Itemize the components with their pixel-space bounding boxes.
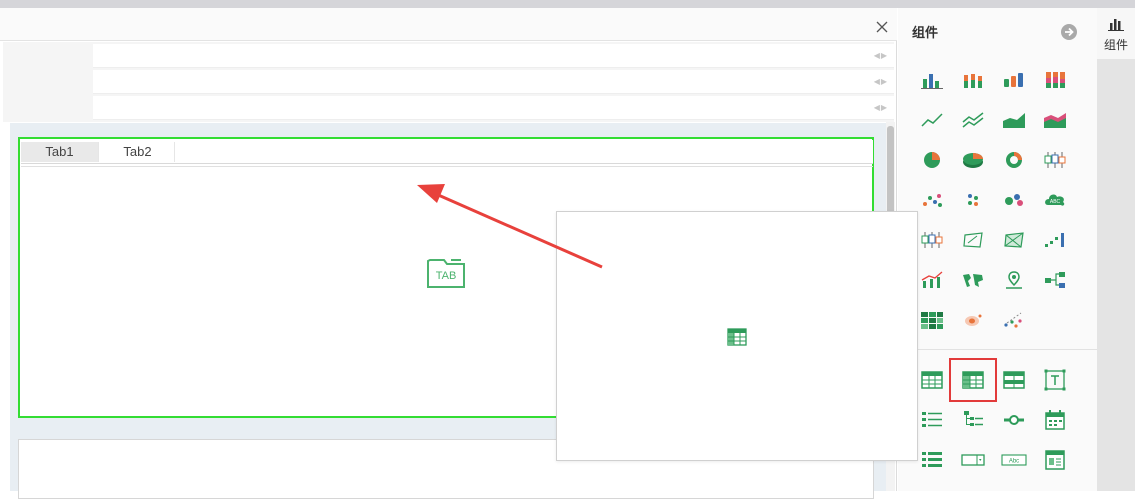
radar-chart-icon[interactable] — [960, 229, 986, 251]
radar-area-chart-icon[interactable] — [1001, 229, 1027, 251]
text-input-icon-text: Abc — [1009, 459, 1019, 465]
tab-strip: Tab1 Tab2 — [21, 140, 873, 164]
scatter-chart-icon[interactable] — [919, 189, 945, 211]
area-chart-icon[interactable] — [1001, 109, 1027, 131]
list-icon[interactable] — [919, 449, 945, 471]
word-cloud-text: ABC — [1050, 199, 1061, 205]
dimension-row[interactable]: ◀▶ — [93, 44, 894, 68]
panel-divider — [898, 349, 1097, 350]
scroll-arrows-icon[interactable]: ◀▶ — [874, 77, 888, 86]
stacked-area-chart-icon[interactable] — [1042, 109, 1068, 131]
side-tab-label: 组件 — [1103, 38, 1128, 52]
component-panel: 组件 ABC Abc — [898, 8, 1097, 491]
line-chart-icon[interactable] — [919, 109, 945, 131]
panel-title: 组件 — [912, 25, 939, 40]
flow-map-icon[interactable] — [1001, 309, 1027, 331]
detail-table-icon[interactable] — [949, 358, 997, 402]
grouped-table-icon[interactable] — [1001, 369, 1027, 391]
tab-1[interactable]: Tab1 — [21, 142, 99, 162]
side-tab-components[interactable]: 组件 — [1097, 8, 1135, 59]
dot-plot-icon[interactable] — [960, 189, 986, 211]
close-icon[interactable] — [875, 20, 889, 34]
detail-table-icon — [727, 328, 747, 346]
arrow-right-circle-icon[interactable] — [1060, 23, 1078, 41]
text-box-icon[interactable] — [1042, 369, 1068, 391]
3d-pie-chart-icon[interactable] — [960, 149, 986, 171]
slider-filter-icon[interactable] — [1001, 409, 1027, 431]
heat-point-icon[interactable] — [960, 309, 986, 331]
multi-line-chart-icon[interactable] — [960, 109, 986, 131]
editor-header — [0, 8, 897, 41]
side-tab-bar: 组件 — [1097, 8, 1135, 491]
window-top-bar — [0, 0, 1135, 8]
cross-table-icon[interactable] — [919, 369, 945, 391]
word-cloud-icon[interactable]: ABC — [1042, 189, 1068, 211]
step-chart-icon[interactable] — [1042, 229, 1068, 251]
tab-2[interactable]: Tab2 — [101, 142, 175, 162]
drag-preview — [556, 211, 918, 461]
percent-stacked-column-chart-icon[interactable] — [1042, 69, 1068, 91]
pie-chart-icon[interactable] — [919, 149, 945, 171]
point-map-icon[interactable] — [1001, 269, 1027, 291]
tree-filter-icon[interactable] — [960, 409, 986, 431]
funnel-flow-icon[interactable] — [1042, 269, 1068, 291]
form-icon[interactable] — [1042, 449, 1068, 471]
scroll-arrows-icon[interactable]: ◀▶ — [874, 103, 888, 112]
dimension-row[interactable]: ◀▶ — [93, 70, 894, 94]
box-plot-2-icon[interactable] — [919, 229, 945, 251]
list-filter-icon[interactable] — [919, 409, 945, 431]
bubble-chart-icon[interactable] — [1001, 189, 1027, 211]
combo-chart-icon[interactable] — [919, 269, 945, 291]
dropdown-icon[interactable] — [960, 449, 986, 471]
donut-chart-icon[interactable] — [1001, 149, 1027, 171]
column-chart-icon[interactable] — [919, 69, 945, 91]
heatmap-icon[interactable] — [919, 309, 945, 331]
text-input-icon[interactable]: Abc — [1001, 449, 1027, 471]
dimension-panel: ◀▶ ◀▶ ◀▶ — [3, 42, 894, 122]
box-plot-icon[interactable] — [1042, 149, 1068, 171]
tab-widget-icon: TAB — [427, 259, 465, 288]
scroll-arrows-icon[interactable]: ◀▶ — [874, 51, 888, 60]
stacked-column-chart-icon[interactable] — [960, 69, 986, 91]
scrollbar-thumb[interactable] — [887, 126, 894, 216]
map-icon[interactable] — [960, 269, 986, 291]
bar-chart-icon — [1108, 19, 1124, 31]
tab-icon-text: TAB — [436, 270, 457, 282]
range-column-chart-icon[interactable] — [1001, 69, 1027, 91]
dimension-row[interactable]: ◀▶ — [93, 96, 894, 120]
date-filter-icon[interactable] — [1042, 409, 1068, 431]
